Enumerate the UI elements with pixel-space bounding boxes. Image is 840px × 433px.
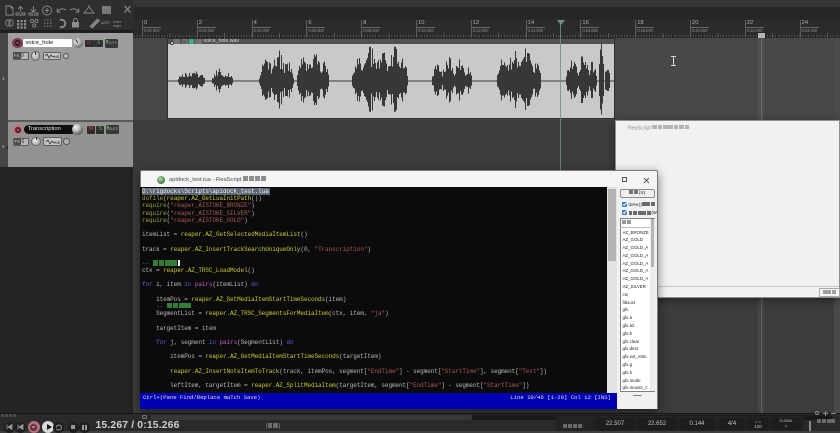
svg-text:dB: dB [55, 54, 60, 59]
svg-text:dB: dB [55, 140, 60, 145]
